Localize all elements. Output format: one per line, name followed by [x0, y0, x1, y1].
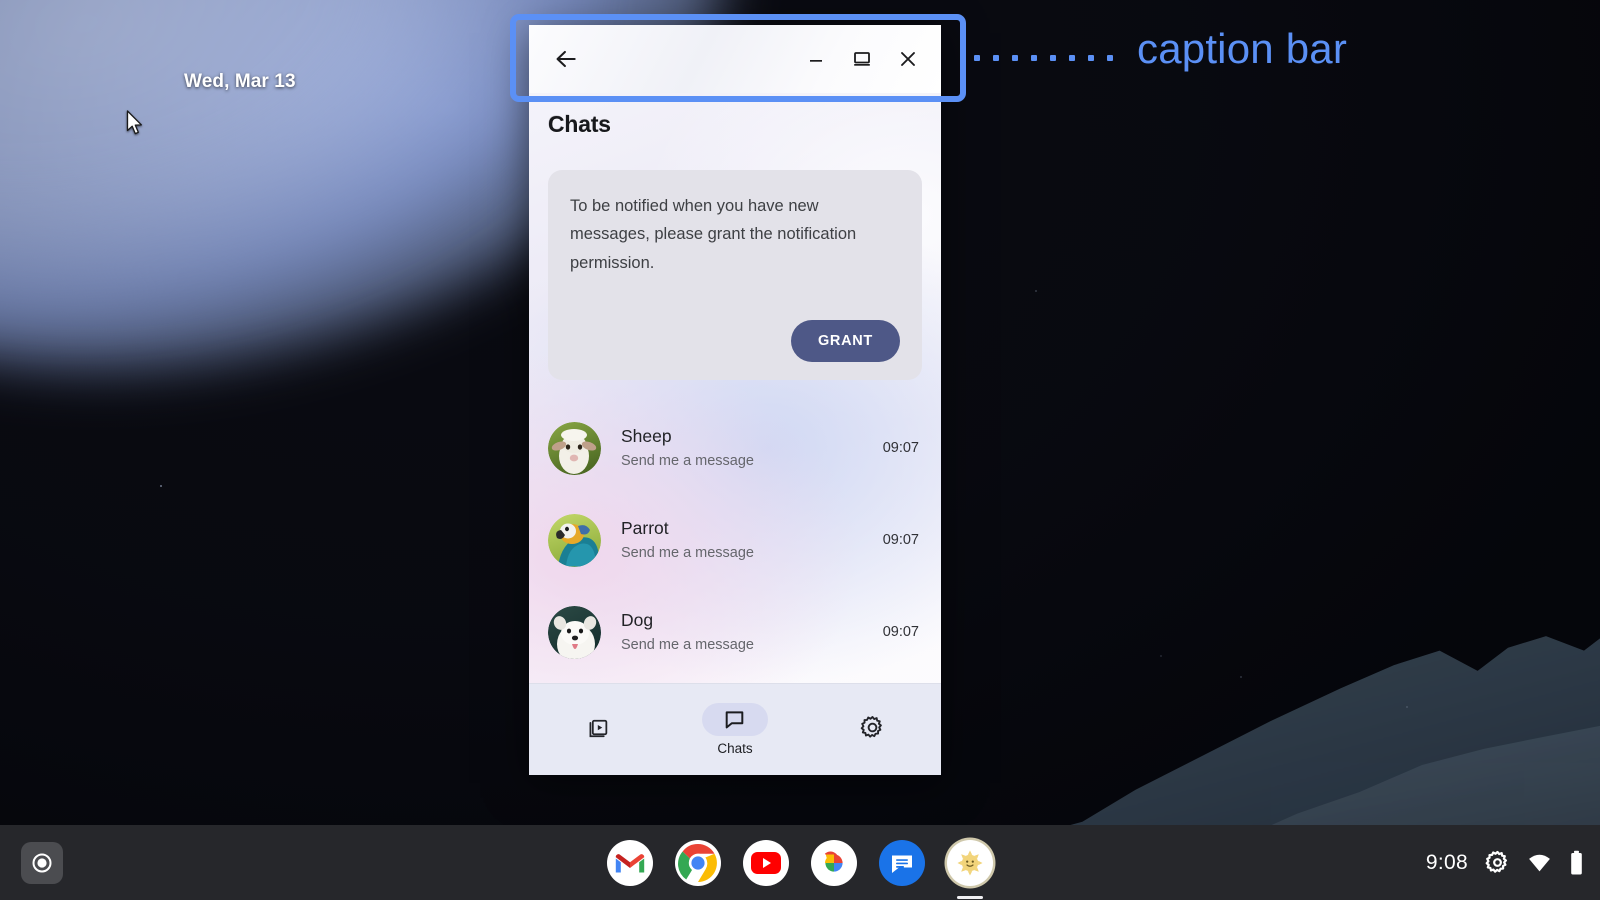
grant-button[interactable]: GRANT: [790, 320, 900, 362]
chat-meta: Parrot Send me a message: [621, 516, 873, 564]
minimize-icon: [810, 60, 822, 62]
chat-time: 09:07: [882, 440, 919, 456]
maximize-restore-icon: [854, 52, 870, 66]
gmail-icon: [615, 854, 645, 873]
nav-item-media[interactable]: [529, 684, 666, 775]
battery-icon[interactable]: [1569, 850, 1584, 876]
shelf-app-list: [607, 825, 993, 900]
wallpaper-star: [1240, 676, 1242, 678]
wallpaper-star: [1406, 706, 1408, 708]
chat-name: Sheep: [621, 426, 672, 447]
gear-icon[interactable]: [1485, 850, 1510, 875]
nav-pill: [565, 711, 631, 744]
photos-icon: [824, 850, 843, 872]
status-tray[interactable]: 9:08: [1426, 850, 1584, 876]
page-title: Chats: [548, 111, 611, 137]
chat-list-item-dog[interactable]: Dog Send me a message 09:07: [529, 586, 941, 678]
nav-item-settings[interactable]: [804, 684, 941, 775]
nav-pill-active: [701, 703, 768, 736]
back-button[interactable]: [543, 36, 589, 82]
back-arrow-icon: [556, 50, 576, 68]
annotation-label: caption bar: [1137, 25, 1348, 72]
notification-permission-card: To be notified when you have new message…: [548, 170, 922, 380]
permission-actions: GRANT: [570, 320, 900, 362]
nav-pill: [839, 711, 905, 744]
shelf-app-sun[interactable]: [947, 839, 993, 899]
permission-message: To be notified when you have new message…: [570, 197, 857, 272]
chat-preview: Send me a message: [621, 545, 754, 562]
shelf-app-chrome[interactable]: [675, 839, 721, 886]
app-content: Chats To be notified when you have new m…: [529, 93, 941, 775]
arrow-cursor: [126, 110, 143, 135]
wallpaper-star: [1035, 290, 1037, 292]
chromeos-shelf: 9:08: [0, 825, 1600, 900]
status-time: 9:08: [1425, 850, 1468, 874]
app-window: Chats To be notified when you have new m…: [529, 25, 941, 775]
chromeos-desktop: Wed, Mar 13 caption bar Chats To be noti…: [0, 0, 1600, 900]
sun-app-icon: [957, 850, 983, 875]
launcher-icon: [32, 853, 52, 872]
shelf-app-youtube[interactable]: [743, 839, 789, 886]
desktop-date-label: Wed, Mar 13: [184, 71, 296, 92]
dog-avatar: [548, 605, 601, 659]
chat-meta: Dog Send me a message: [621, 608, 873, 656]
annotation-leader-line: [974, 55, 1130, 61]
chat-preview: Send me a message: [621, 637, 754, 654]
nav-item-chats[interactable]: Chats: [666, 684, 803, 775]
sheep-avatar: [548, 421, 601, 475]
minimize-button[interactable]: [793, 36, 839, 82]
parrot-avatar: [548, 513, 601, 567]
launcher-button[interactable]: [21, 841, 63, 884]
messages-icon: [892, 855, 912, 873]
chat-bubble-icon: [726, 711, 744, 729]
caption-bar[interactable]: [529, 25, 941, 93]
chat-name: Dog: [621, 610, 654, 631]
wallpaper-star: [160, 485, 162, 487]
app-bottom-nav: Chats: [529, 683, 941, 775]
close-icon: [901, 52, 915, 66]
youtube-icon: [751, 851, 781, 874]
shelf-app-messages[interactable]: [879, 839, 925, 886]
chat-time: 09:07: [882, 532, 919, 548]
chat-preview: Send me a message: [621, 453, 754, 470]
chat-list: Sheep Send me a message 09:07 Parrot Sen…: [529, 402, 941, 683]
chat-meta: Sheep Send me a message: [621, 424, 873, 472]
chat-name: Parrot: [621, 518, 669, 539]
app-active-indicator: [957, 895, 983, 899]
gear-icon: [860, 715, 882, 738]
shelf-app-gmail[interactable]: [607, 839, 653, 886]
chrome-icon: [676, 841, 720, 884]
maximize-restore-button[interactable]: [839, 36, 885, 82]
chat-list-item-sheep[interactable]: Sheep Send me a message 09:07: [529, 402, 941, 494]
close-button[interactable]: [885, 36, 931, 82]
shelf-app-photos[interactable]: [811, 839, 857, 886]
media-library-icon: [589, 719, 608, 737]
wifi-icon[interactable]: [1527, 850, 1552, 875]
chat-list-item-parrot[interactable]: Parrot Send me a message 09:07: [529, 494, 941, 586]
chat-time: 09:07: [882, 624, 919, 640]
wallpaper-star: [1160, 655, 1162, 657]
nav-label: Chats: [717, 741, 753, 756]
